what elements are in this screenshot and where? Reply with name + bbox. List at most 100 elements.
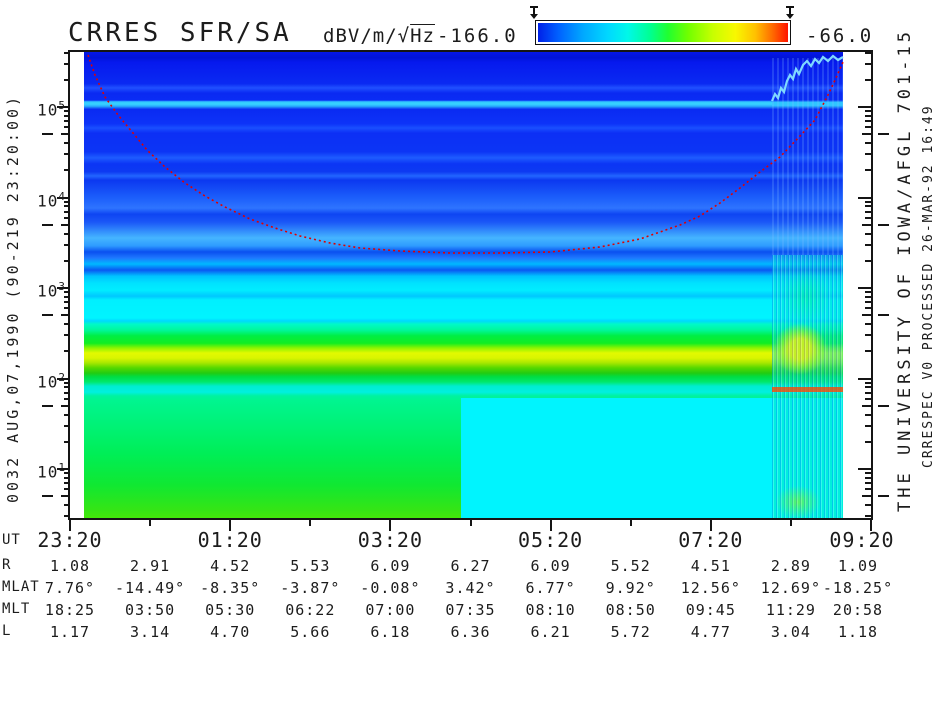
crres-spectrogram-page: CRRES SFR/SA dBV/m/√Hz -166.0 -66.0 1011…: [0, 0, 945, 720]
axis-tick: [309, 518, 311, 526]
ephemeris-cell: 05:30: [205, 601, 255, 619]
axis-tick: [64, 334, 70, 336]
axis-tick: [878, 405, 889, 407]
ephemeris-cell: 09:45: [686, 601, 736, 619]
axis-tick: [42, 405, 53, 407]
axis-tick: [865, 386, 871, 388]
axis-tick: [858, 287, 871, 289]
axis-tick: [865, 79, 871, 81]
axis-tick: [865, 52, 871, 54]
axis-tick: [630, 518, 632, 526]
ephemeris-cell: 2.89: [771, 557, 811, 575]
axis-tick: [858, 468, 871, 470]
axis-tick: [61, 133, 70, 135]
row-label-mlt: MLT: [2, 601, 30, 617]
row-label-l: L: [2, 623, 11, 639]
colorbar-min-value: -166.0: [437, 25, 518, 47]
ephemeris-cell: 7.76°: [45, 579, 95, 597]
axis-tick: [878, 224, 889, 226]
ephemeris-cell: -18.25°: [823, 579, 893, 597]
ephemeris-cell: 5.53: [290, 557, 330, 575]
axis-tick: [64, 398, 70, 400]
axis-tick: [865, 350, 871, 352]
axis-tick: [64, 63, 70, 65]
axis-tick: [61, 405, 70, 407]
orbit-date-label: 0032 AUG,07,1990 (90-219 23:20:00): [4, 94, 22, 503]
ephemeris-cell: 07:00: [365, 601, 415, 619]
axis-tick: [865, 398, 871, 400]
axis-tick: [862, 224, 871, 226]
ephemeris-cell: 06:22: [285, 601, 335, 619]
y-axis-label: 101: [26, 458, 66, 482]
ephemeris-cell: 9.92°: [606, 579, 656, 597]
ephemeris-cell: -3.87°: [280, 579, 340, 597]
axis-tick: [865, 126, 871, 128]
ephemeris-cell: -0.08°: [360, 579, 420, 597]
fce-curve-svg: [70, 52, 871, 518]
axis-tick: [64, 425, 70, 427]
ephemeris-cell: 5.66: [290, 623, 330, 641]
ephemeris-cell: 6.09: [531, 557, 571, 575]
ephemeris-cell: 03:50: [125, 601, 175, 619]
axis-tick: [865, 488, 871, 490]
colorbar-max-value: -66.0: [806, 25, 873, 47]
row-label-mlat: MLAT: [2, 579, 40, 595]
axis-tick: [149, 518, 151, 526]
y-axis-label: 105: [26, 96, 66, 120]
axis-tick: [470, 518, 472, 526]
axis-tick: [64, 217, 70, 219]
axis-tick: [64, 350, 70, 352]
axis-tick: [865, 307, 871, 309]
axis-tick: [865, 291, 871, 293]
ephemeris-cell: 6.18: [370, 623, 410, 641]
ephemeris-cell: 5.72: [611, 623, 651, 641]
axis-tick: [64, 142, 70, 144]
axis-tick: [865, 142, 871, 144]
axis-tick: [865, 169, 871, 171]
axis-tick: [865, 515, 871, 517]
axis-tick: [878, 314, 889, 316]
ephemeris-cell: 08:10: [526, 601, 576, 619]
axis-tick: [865, 63, 871, 65]
spectrogram-plot-frame: 101102103104105: [68, 50, 873, 520]
axis-tick: [42, 133, 53, 135]
ephemeris-cell: -14.49°: [115, 579, 185, 597]
ephemeris-cell: 6.36: [450, 623, 490, 641]
ephemeris-cell: 12.56°: [681, 579, 741, 597]
axis-tick: [865, 205, 871, 207]
axis-tick: [64, 233, 70, 235]
ephemeris-cell: 4.51: [691, 557, 731, 575]
axis-tick: [865, 244, 871, 246]
x-axis-time-label: 01:20: [198, 528, 263, 552]
axis-tick: [64, 52, 70, 54]
axis-tick: [865, 201, 871, 203]
axis-tick: [865, 301, 871, 303]
ephemeris-cell: 4.77: [691, 623, 731, 641]
axis-tick: [64, 504, 70, 506]
axis-tick: [865, 211, 871, 213]
ephemeris-cell: 6.27: [450, 557, 490, 575]
axis-tick: [64, 153, 70, 155]
colorbar-gradient: [538, 23, 788, 42]
ephemeris-cell: 1.18: [838, 623, 878, 641]
axis-tick: [862, 133, 871, 135]
axis-tick: [865, 334, 871, 336]
ephemeris-cell: 4.70: [210, 623, 250, 641]
axis-tick: [865, 472, 871, 474]
axis-tick: [865, 482, 871, 484]
ephemeris-cell: 6.77°: [526, 579, 576, 597]
ephemeris-cell: 18:25: [45, 601, 95, 619]
x-axis-time-label: 05:20: [518, 528, 583, 552]
axis-tick: [858, 378, 871, 380]
y-axis-label: 104: [26, 187, 66, 211]
axis-tick: [64, 169, 70, 171]
axis-tick: [790, 518, 792, 526]
ephemeris-cell: 3.42°: [445, 579, 495, 597]
row-label-ut: UT: [2, 532, 21, 548]
axis-tick: [865, 233, 871, 235]
axis-tick: [865, 441, 871, 443]
ephemeris-cell: 6.09: [370, 557, 410, 575]
ephemeris-cell: -8.35°: [200, 579, 260, 597]
axis-tick: [865, 120, 871, 122]
axis-tick: [64, 323, 70, 325]
